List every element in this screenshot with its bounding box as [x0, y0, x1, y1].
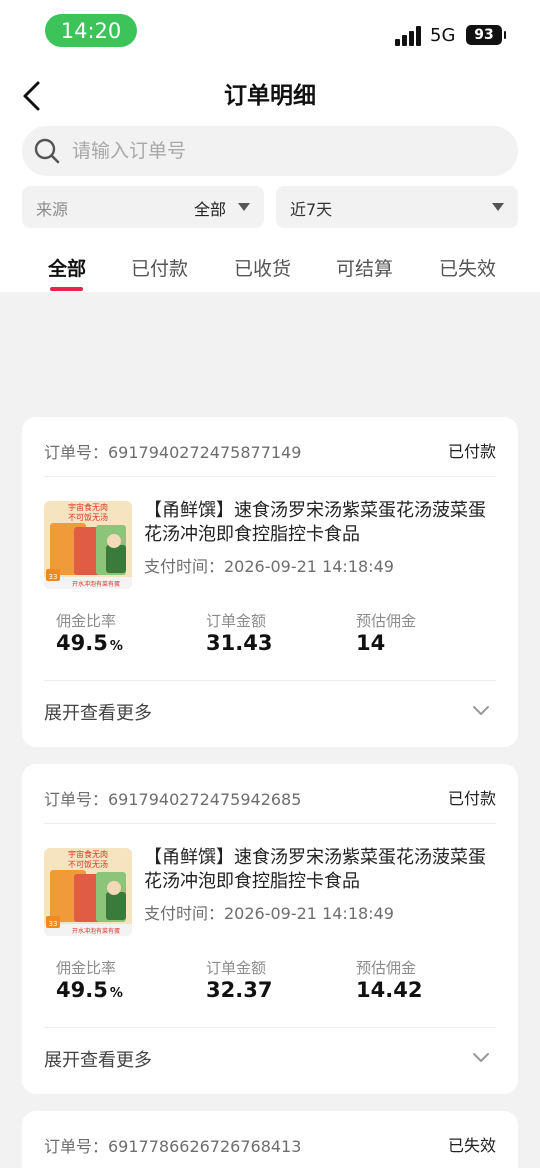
signal-icon — [395, 26, 423, 46]
pay-time: 支付时间：2026-09-21 14:18:49 — [144, 904, 394, 923]
divider — [44, 1027, 496, 1028]
expand-more-link[interactable]: 展开查看更多 — [44, 699, 152, 725]
tab-settleable[interactable]: 可结算 — [336, 254, 393, 281]
product-name[interactable]: 【甬鲜馔】速食汤罗宋汤紫菜蛋花汤菠菜蛋花汤冲泡即食控脂控卡食品 — [144, 499, 498, 547]
caret-down-icon — [492, 203, 504, 211]
divider — [44, 680, 496, 681]
order-card[interactable]: 订单号：6917940272475942685 已付款 宇宙食无肉 不可饭无汤 … — [22, 764, 518, 1094]
expand-more-link[interactable]: 展开查看更多 — [44, 1046, 152, 1072]
svg-text:宇宙食无肉: 宇宙食无肉 — [68, 849, 108, 859]
date-filter[interactable]: 近7天 — [276, 186, 518, 228]
commission-rate-label: 佣金比率 — [56, 612, 117, 630]
tab-received[interactable]: 已收货 — [234, 254, 291, 281]
commission-rate-label: 佣金比率 — [56, 959, 117, 977]
svg-text:不可饭无汤: 不可饭无汤 — [68, 512, 108, 522]
order-amount: 32.37 — [206, 978, 273, 1002]
order-number: 订单号：6917940272475942685 — [44, 790, 302, 809]
tab-invalid[interactable]: 已失效 — [439, 254, 496, 281]
tab-all[interactable]: 全部 — [48, 254, 86, 281]
chevron-down-icon[interactable] — [472, 705, 490, 717]
network-type: 5G — [430, 25, 456, 46]
svg-text:开水冲泡有菜有蛋: 开水冲泡有菜有蛋 — [72, 927, 120, 935]
order-amount-label: 订单金额 — [206, 959, 267, 977]
order-card[interactable]: 订单号：6917940272475877149 已付款 宇宙食无肉 不可饭无汤 … — [22, 417, 518, 747]
order-number: 订单号：6917786626726768413 — [44, 1137, 302, 1156]
date-value: 近7天 — [290, 200, 333, 219]
order-card[interactable]: 订单号：6917786626726768413 已失效 — [22, 1111, 518, 1168]
estimated-commission-label: 预估佣金 — [356, 612, 417, 630]
svg-text:33: 33 — [49, 573, 58, 581]
svg-text:开水冲泡有菜有蛋: 开水冲泡有菜有蛋 — [72, 580, 120, 588]
page-title: 订单明细 — [224, 83, 316, 109]
svg-text:宇宙食无肉: 宇宙食无肉 — [68, 502, 108, 512]
estimated-commission: 14 — [356, 631, 386, 655]
back-arrow-icon[interactable] — [20, 80, 48, 112]
divider — [44, 823, 496, 824]
source-value: 全部 — [193, 200, 226, 219]
estimated-commission: 14.42 — [356, 978, 423, 1002]
product-thumbnail[interactable]: 宇宙食无肉 不可饭无汤 33 开水冲泡有菜有蛋 — [44, 848, 132, 936]
order-status: 已失效 — [447, 1136, 496, 1155]
source-filter[interactable]: 来源 全部 — [22, 186, 264, 228]
estimated-commission-label: 预估佣金 — [356, 959, 417, 977]
product-thumbnail[interactable]: 宇宙食无肉 不可饭无汤 33 开水冲泡有菜有蛋 — [44, 501, 132, 589]
order-status: 已付款 — [447, 789, 496, 808]
pay-time: 支付时间：2026-09-21 14:18:49 — [144, 557, 394, 576]
caret-down-icon — [238, 203, 250, 211]
commission-rate: 49.5% — [56, 631, 123, 655]
commission-rate: 49.5% — [56, 978, 123, 1002]
source-label: 来源 — [36, 200, 69, 219]
active-tab-indicator — [50, 287, 83, 291]
product-name[interactable]: 【甬鲜馔】速食汤罗宋汤紫菜蛋花汤菠菜蛋花汤冲泡即食控脂控卡食品 — [144, 846, 498, 894]
battery-icon: 93 — [466, 25, 506, 45]
search-input[interactable] — [72, 126, 502, 176]
divider — [44, 476, 496, 477]
order-amount-label: 订单金额 — [206, 612, 267, 630]
tab-paid[interactable]: 已付款 — [131, 254, 188, 281]
status-time: 14:20 — [45, 14, 137, 47]
svg-text:不可饭无汤: 不可饭无汤 — [68, 859, 108, 869]
svg-text:33: 33 — [49, 920, 58, 928]
search-bar[interactable] — [22, 126, 518, 176]
order-number: 订单号：6917940272475877149 — [44, 443, 302, 462]
order-amount: 31.43 — [206, 631, 273, 655]
order-status: 已付款 — [447, 442, 496, 461]
chevron-down-icon[interactable] — [472, 1052, 490, 1064]
search-icon — [34, 138, 60, 164]
